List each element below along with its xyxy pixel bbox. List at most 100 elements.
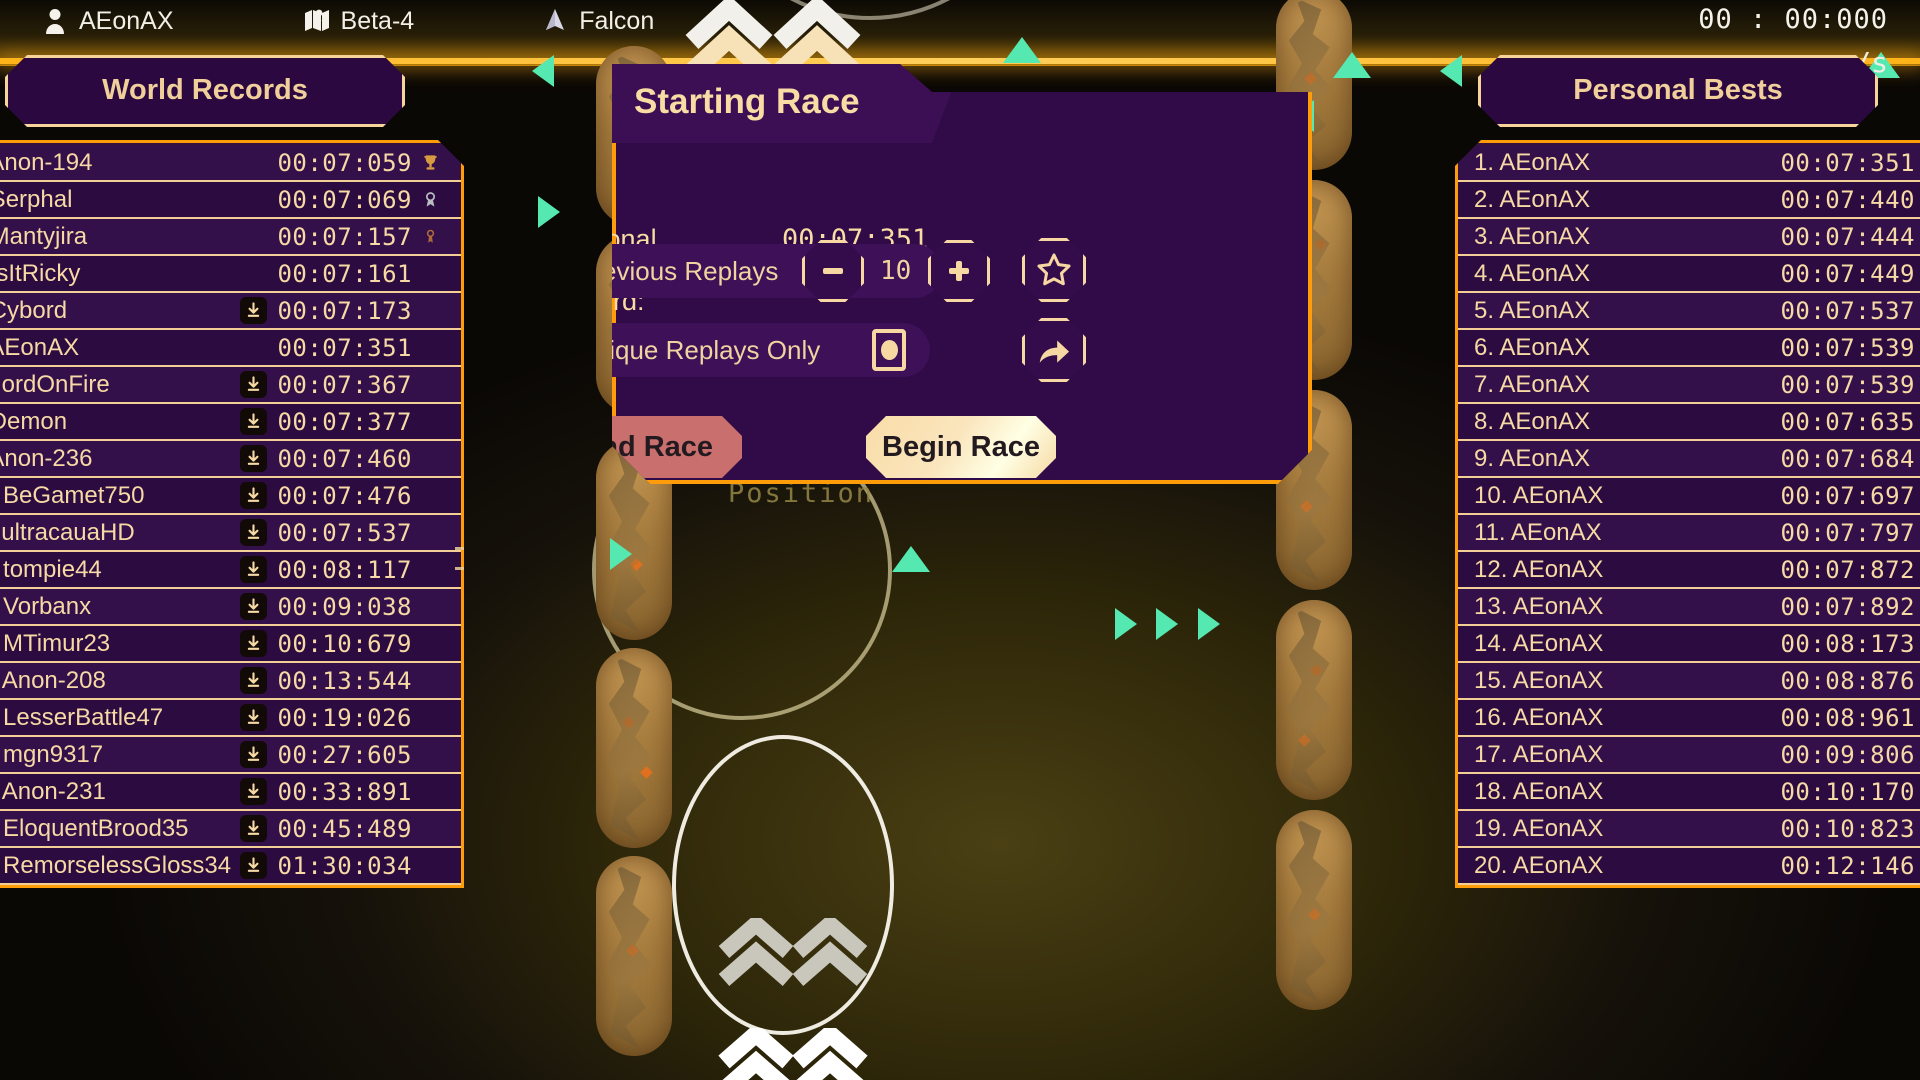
table-row[interactable]: 20. AEonAX 00:12:146: [1458, 848, 1920, 885]
download-icon: [245, 783, 262, 800]
table-row[interactable]: 1. AEonAX 00:07:351: [1458, 145, 1920, 182]
table-row[interactable]: 8. Demon 00:07:377: [0, 404, 461, 441]
download-replay-button[interactable]: [240, 408, 267, 435]
direction-marker-up: [1333, 52, 1371, 78]
record-time: 00:07:449: [1780, 259, 1915, 288]
record-time: 00:09:038: [277, 592, 412, 621]
table-row[interactable]: 20. RemorselessGloss34 01:30:034: [0, 848, 461, 885]
table-row[interactable]: 18. AEonAX 00:10:170: [1458, 774, 1920, 811]
map-icon: [304, 6, 330, 36]
table-row[interactable]: 19. EloquentBrood35 00:45:489: [0, 811, 461, 848]
unique-replays-label: Unique Replays Only: [576, 334, 821, 365]
table-row[interactable]: 9. Anon-236 00:07:460: [0, 441, 461, 478]
table-row[interactable]: 6. AEonAX 00:07:539: [1458, 330, 1920, 367]
rank-and-player: 20. RemorselessGloss34: [3, 851, 232, 879]
begin-race-button[interactable]: Begin Race: [866, 416, 1056, 478]
table-row[interactable]: 13. AEonAX 00:07:892: [1458, 589, 1920, 626]
download-replay-button[interactable]: [240, 445, 267, 472]
rank-and-player: 3. AEonAX: [1474, 222, 1591, 250]
table-row[interactable]: 17. mgn9317 00:27:605: [0, 737, 461, 774]
download-replay-button[interactable]: [240, 704, 267, 731]
table-row[interactable]: 1. Anon-194 00:07:059: [0, 145, 461, 182]
rank-and-player: 1. Anon-194: [4, 148, 93, 176]
table-row[interactable]: 12. tompie44 00:08:117: [0, 552, 461, 589]
table-row[interactable]: 2. Serphal 00:07:069: [0, 182, 461, 219]
table-row[interactable]: 10. AEonAX 00:07:697: [1458, 478, 1920, 515]
download-replay-button[interactable]: [240, 593, 267, 620]
personal-bests-list[interactable]: 1. AEonAX 00:07:351 2. AEonAX 00:07:440 3. A…: [1458, 145, 1920, 885]
share-button[interactable]: [1022, 318, 1086, 382]
table-row[interactable]: 2. AEonAX 00:07:440: [1458, 182, 1920, 219]
download-replay-button[interactable]: [240, 519, 267, 546]
scroll-indicator[interactable]: [455, 547, 479, 550]
download-replay-button[interactable]: [240, 778, 267, 805]
rank-and-player: 3. Mantyjira: [9, 222, 88, 250]
table-row[interactable]: 8. AEonAX 00:07:635: [1458, 404, 1920, 441]
table-row[interactable]: 11. AEonAX 00:07:797: [1458, 515, 1920, 552]
table-row[interactable]: 15. AEonAX 00:08:876: [1458, 663, 1920, 700]
scroll-indicator[interactable]: [455, 567, 479, 570]
table-row[interactable]: 3. Mantyjira 00:07:157: [0, 219, 461, 256]
unique-replays-checkbox[interactable]: [872, 329, 906, 371]
rank-and-player: 4. IsItRicky: [0, 259, 81, 287]
rank-and-player: 2. Serphal: [5, 185, 73, 213]
download-replay-button[interactable]: [240, 371, 267, 398]
download-replay-button[interactable]: [240, 852, 267, 879]
table-row[interactable]: 14. MTimur23 00:10:679: [0, 626, 461, 663]
rank-medal: [419, 153, 441, 172]
personal-bests-body[interactable]: 1. AEonAX 00:07:351 2. AEonAX 00:07:440 3. A…: [1455, 140, 1920, 888]
table-row[interactable]: 12. AEonAX 00:07:872: [1458, 552, 1920, 589]
download-replay-button[interactable]: [240, 630, 267, 657]
table-row[interactable]: 5. Cybord 00:07:173: [0, 293, 461, 330]
record-time: 00:07:635: [1780, 407, 1915, 436]
record-time: 00:27:605: [277, 740, 412, 769]
table-row[interactable]: 3. AEonAX 00:07:444: [1458, 219, 1920, 256]
track-pillar: [1276, 600, 1352, 800]
download-replay-button[interactable]: [240, 741, 267, 768]
table-row[interactable]: 19. AEonAX 00:10:823: [1458, 811, 1920, 848]
end-race-button[interactable]: End Race: [552, 416, 742, 478]
download-replay-button[interactable]: [240, 815, 267, 842]
download-replay-button[interactable]: [240, 482, 267, 509]
direction-marker-right: [538, 196, 560, 228]
table-row[interactable]: 7. JordOnFire 00:07:367: [0, 367, 461, 404]
personal-bests-panel: Personal Bests 1. AEonAX 00:07:351 2. AEon…: [1455, 55, 1920, 888]
record-time: 00:08:173: [1780, 629, 1915, 658]
share-arrow-icon: [1035, 331, 1073, 369]
table-row[interactable]: 5. AEonAX 00:07:537: [1458, 293, 1920, 330]
table-row[interactable]: 13. Vorbanx 00:09:038: [0, 589, 461, 626]
download-replay-button[interactable]: [240, 556, 267, 583]
table-row[interactable]: 18. Anon-231 00:33:891: [0, 774, 461, 811]
download-icon: [245, 598, 262, 615]
record-time: 00:07:539: [1780, 333, 1915, 362]
table-row[interactable]: 16. AEonAX 00:08:961: [1458, 700, 1920, 737]
table-row[interactable]: 10. BeGamet750 00:07:476: [0, 478, 461, 515]
world-records-list[interactable]: 1. Anon-194 00:07:059 2. Serphal 00:07:069 3…: [0, 145, 461, 885]
table-row[interactable]: 11. ultracauaHD 00:07:537: [0, 515, 461, 552]
download-replay-button[interactable]: [240, 667, 267, 694]
download-icon: [245, 709, 262, 726]
download-replay-button[interactable]: [240, 297, 267, 324]
favorite-button[interactable]: [1022, 238, 1086, 302]
table-row[interactable]: 15. Anon-208 00:13:544: [0, 663, 461, 700]
record-time: 00:07:797: [1780, 518, 1915, 547]
rank-medal: [419, 227, 441, 246]
table-row[interactable]: 17. AEonAX 00:09:806: [1458, 737, 1920, 774]
rank-and-player: 13. AEonAX: [1474, 592, 1604, 620]
table-row[interactable]: 14. AEonAX 00:08:173: [1458, 626, 1920, 663]
table-row[interactable]: 9. AEonAX 00:07:684: [1458, 441, 1920, 478]
table-row[interactable]: 7. AEonAX 00:07:539: [1458, 367, 1920, 404]
replay-increment-button[interactable]: [928, 240, 990, 302]
download-icon: [245, 635, 262, 652]
record-time: 00:07:059: [277, 148, 412, 177]
table-row[interactable]: 16. LesserBattle47 00:19:026: [0, 700, 461, 737]
starting-race-dialog: Starting Race Personal Best: 00:07:351 W…: [612, 64, 1312, 484]
world-records-body[interactable]: 1. Anon-194 00:07:059 2. Serphal 00:07:069 3…: [0, 140, 464, 888]
rank-and-player: 13. Vorbanx: [3, 592, 92, 620]
direction-marker-left: [532, 55, 554, 87]
record-time: 00:07:476: [277, 481, 412, 510]
table-row[interactable]: 4. AEonAX 00:07:449: [1458, 256, 1920, 293]
record-time: 00:07:440: [1780, 185, 1915, 214]
table-row[interactable]: 6. AEonAX 00:07:351: [0, 330, 461, 367]
table-row[interactable]: 4. IsItRicky 00:07:161: [0, 256, 461, 293]
